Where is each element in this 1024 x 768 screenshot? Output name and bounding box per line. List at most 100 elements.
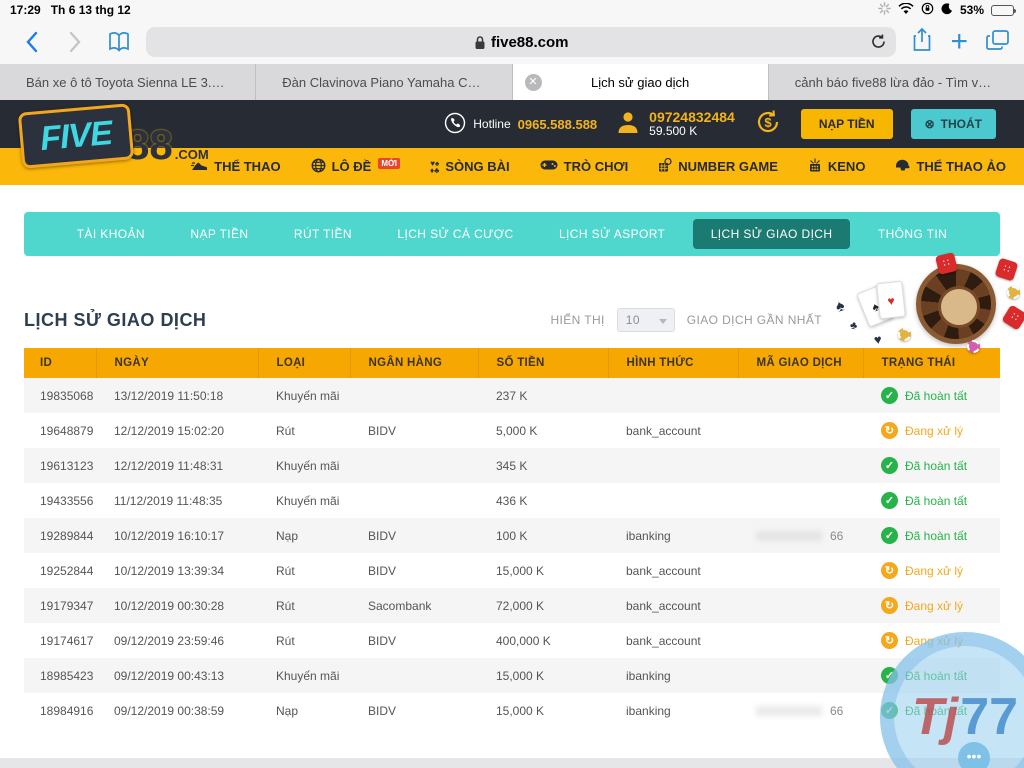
account-sub-navigation: TÀI KHOẢN NẠP TIỀN RÚT TIỀN LỊCH SỬ CÁ C… [24,212,1000,256]
status-icon [881,492,898,509]
subnav-lich-su-asport[interactable]: LỊCH SỬ ASPORT [541,219,683,249]
col-trang-thai: TRẠNG THÁI [863,348,1000,378]
number-grid-icon [658,158,672,175]
battery-icon [991,5,1014,16]
new-tab-button[interactable]: + [950,29,968,55]
display-filter: HIỂN THỊ 10 GIAO DỊCH GẦN NHẤT [550,308,822,332]
gamepad-icon [540,159,558,174]
loading-spinner-icon [878,2,891,18]
deposit-button[interactable]: NẠP TIỀN [801,109,893,139]
status-icon [881,527,898,544]
url-text: five88.com [491,34,569,51]
tab-bar: Bán xe ô tô Toyota Sienna LE 3.5 201... … [0,64,1024,100]
tab-piano[interactable]: Đàn Clavinova Piano Yamaha CVP-50... [256,64,512,100]
col-so-tien: SỐ TIỀN [478,348,608,378]
site-header: FIVE 88 .COM Hotline 0965.588.588 097248… [0,100,1024,148]
share-button[interactable] [912,27,932,57]
subnav-lich-su-ca-cuoc[interactable]: LỊCH SỬ CÁ CƯỢC [379,219,531,249]
table-row: 1925284410/12/2019 13:39:34RútBIDV15,000… [24,553,1000,588]
user-icon [615,109,641,140]
status-badge: Đã hoàn tất [881,457,1000,474]
lock-icon [474,35,486,50]
status-badge: Đã hoàn tất [881,387,1000,404]
nav-number-game[interactable]: NUMBER GAME [658,158,778,175]
status-badge: Đã hoàn tất [881,492,1000,509]
bookmarks-button[interactable] [102,25,136,59]
nav-keno[interactable]: KENO [808,158,866,175]
battery-percent: 53% [960,3,984,17]
subnav-nap-tien[interactable]: NẠP TIỀN [172,219,266,249]
casino-chip-icon [1007,286,1020,299]
five88-logo[interactable]: FIVE 88 .COM [20,108,209,164]
back-button[interactable] [14,25,48,59]
col-ngay: NGÀY [96,348,258,378]
tab-toyota[interactable]: Bán xe ô tô Toyota Sienna LE 3.5 201... [0,64,256,100]
filter-label: HIỂN THỊ [550,313,604,327]
table-row: 1917934710/12/2019 00:30:28RútSacombank7… [24,588,1000,623]
show-count-select[interactable]: 10 [617,308,675,332]
table-row: 1943355611/12/2019 11:48:35Khuyến mãi436… [24,483,1000,518]
keno-icon [808,158,822,175]
hotline: Hotline 0965.588.588 [444,112,597,137]
new-badge: MỚI [378,158,400,169]
hotline-number: 0965.588.588 [518,117,598,132]
account-balance: 59.500 K [649,125,735,139]
account-info[interactable]: 09724832484 59.500 K [615,109,735,140]
subnav-thong-tin[interactable]: THÔNG TIN [860,219,965,249]
status-icon [881,422,898,439]
chevron-down-icon [659,319,667,324]
table-row: 1983506813/12/2019 11:50:18Khuyến mãi237… [24,378,1000,413]
card-suits-icon: ♥♠♦♣ [430,160,439,174]
tab-google-search[interactable]: cảnh báo five88 lừa đảo - Tìm với Go... [769,64,1024,100]
heart-icon: ♥ [873,332,883,348]
table-row: 1964887912/12/2019 15:02:20RútBIDV5,000 … [24,413,1000,448]
rotation-lock-icon [921,2,934,18]
status-icon [881,457,898,474]
status-badge: Đang xử lý [881,562,1000,579]
svg-text:$: $ [764,115,772,130]
table-row: 1898542309/12/2019 00:43:13Khuyến mãi15,… [24,658,1000,693]
subnav-tai-khoan[interactable]: TÀI KHOẢN [59,219,163,249]
nav-song-bai[interactable]: ♥♠♦♣ SÒNG BÀI [430,159,510,174]
address-bar[interactable]: five88.com [146,27,896,57]
forward-button[interactable] [58,25,92,59]
col-ngan-hang: NGÂN HÀNG [350,348,478,378]
filter-suffix: GIAO DỊCH GẦN NHẤT [687,313,822,327]
status-icon [881,387,898,404]
do-not-disturb-moon-icon [941,3,953,18]
nav-tro-choi[interactable]: TRÒ CHƠI [540,159,629,174]
browser-toolbar: five88.com + [0,20,1024,64]
phone-icon [444,112,466,137]
table-row: 1961312312/12/2019 11:48:31Khuyến mãi345… [24,448,1000,483]
globe-icon [311,158,326,176]
web-page: FIVE 88 .COM Hotline 0965.588.588 097248… [0,100,1024,768]
subnav-rut-tien[interactable]: RÚT TIỀN [276,219,370,249]
account-number: 09724832484 [649,109,735,125]
subnav-lich-su-giao-dich[interactable]: LỊCH SỬ GIAO DỊCH [693,219,851,249]
dice-icon: ∷ [995,258,1019,282]
chat-bubble-icon[interactable]: ••• [958,742,990,768]
nav-lo-de[interactable]: LÔ ĐỀ MỚI [311,158,400,176]
table-row: 1898491609/12/2019 00:38:59NạpBIDV15,000… [24,693,1000,728]
nav-the-thao-ao[interactable]: THỂ THAO ẢO [895,158,1006,175]
col-loai: LOẠI [258,348,350,378]
col-hinh-thuc: HÌNH THỨC [608,348,738,378]
footer-strip [0,758,1024,768]
reload-button[interactable] [870,33,887,54]
col-ma-giao-dich: MÃ GIAO DỊCH [738,348,863,378]
transaction-table: ID NGÀY LOẠI NGÂN HÀNG SỐ TIỀN HÌNH THỨC… [24,348,1000,728]
ios-status-bar: 17:29 Th 6 13 thg 12 53% [0,0,1024,20]
refresh-balance-icon[interactable]: $ [753,107,783,142]
table-row: 1917461709/12/2019 23:59:46RútBIDV400,00… [24,623,1000,658]
tab-transaction-history[interactable]: ✕ Lịch sử giao dịch [513,64,769,100]
dice-icon: ∷ [1001,304,1024,330]
logout-button[interactable]: ⊗ THOÁT [911,109,996,139]
close-tab-icon[interactable]: ✕ [525,74,542,91]
clock: 17:29 [10,3,41,17]
col-id: ID [24,348,96,378]
date: Th 6 13 thg 12 [51,3,131,17]
tabs-overview-button[interactable] [986,29,1010,56]
roulette-wheel-icon [916,264,996,344]
wifi-icon [898,3,914,18]
table-row: 1928984410/12/2019 16:10:17NạpBIDV100 Ki… [24,518,1000,553]
